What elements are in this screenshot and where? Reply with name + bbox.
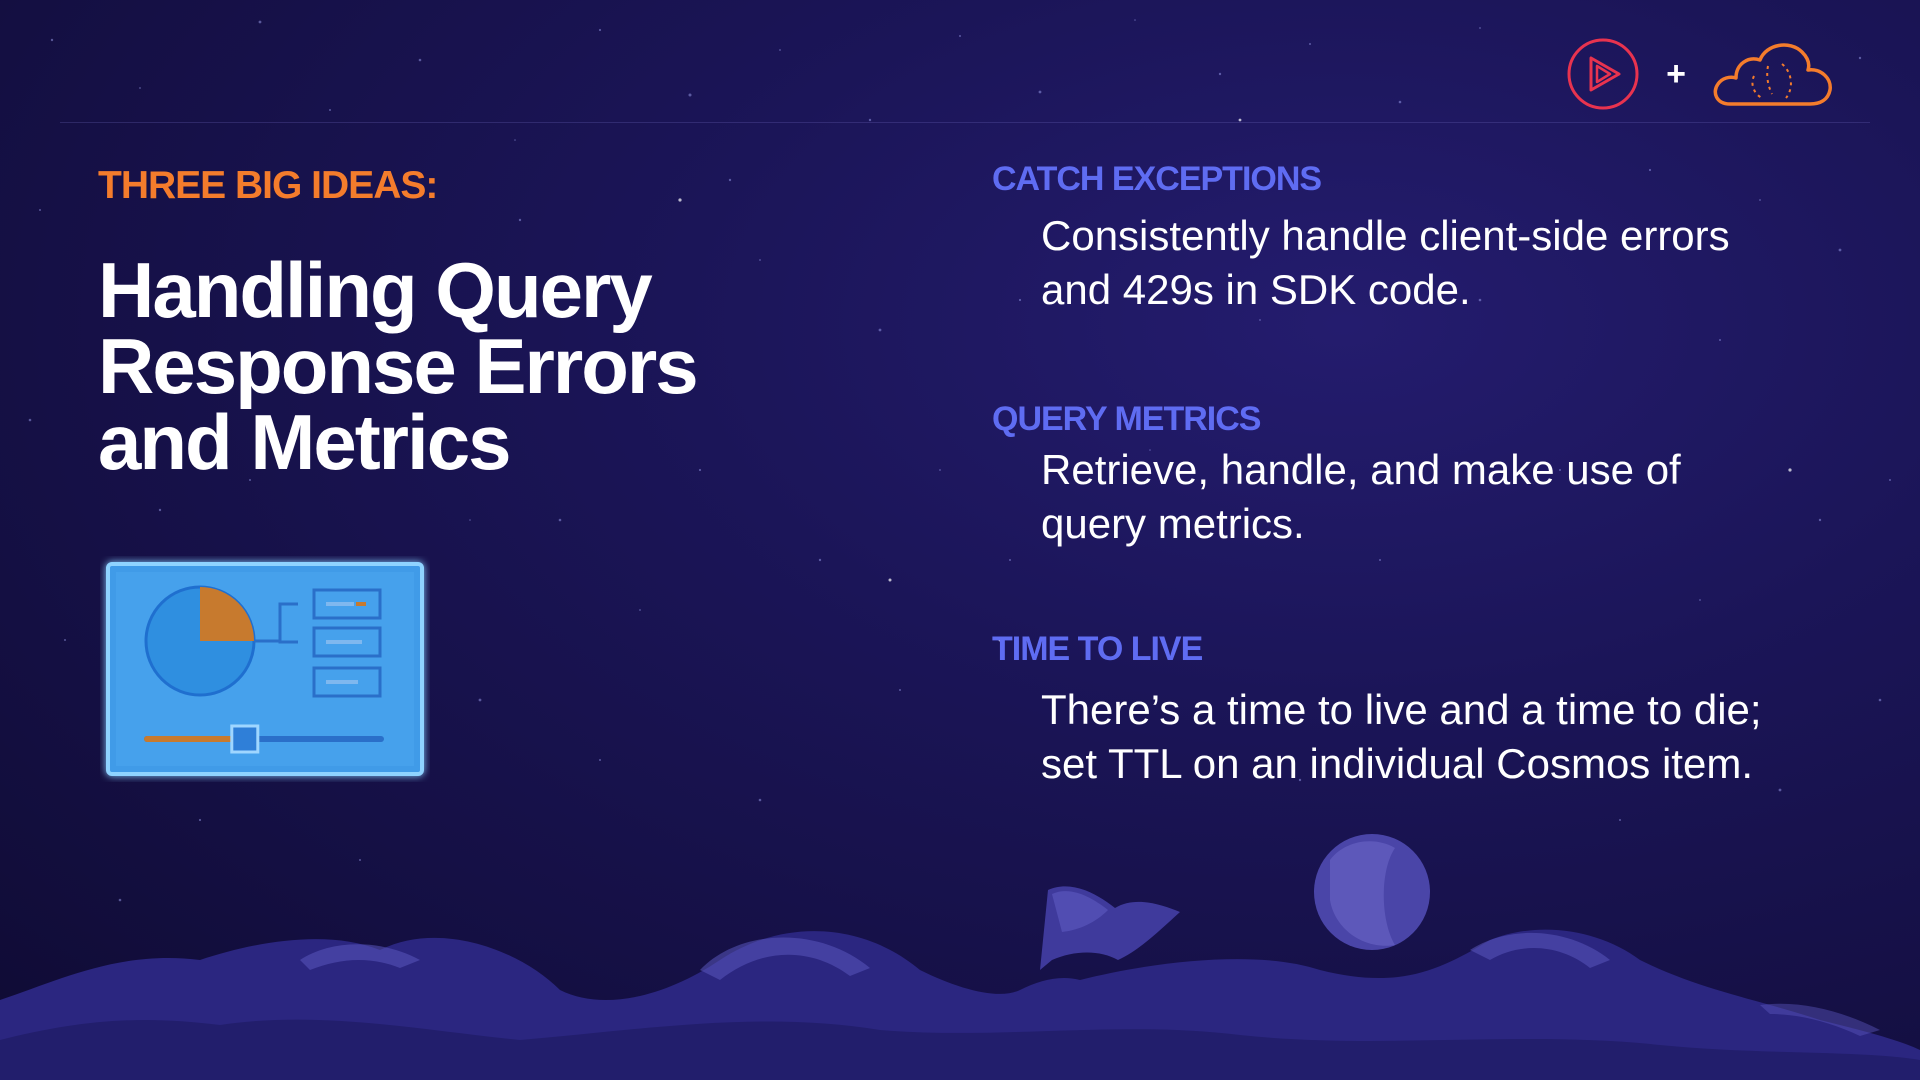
idea-line: There’s a time to live and a time to die…	[1041, 686, 1762, 733]
play-logo-icon	[1567, 38, 1639, 110]
slide: + THREE BIG IDEAS: Handling Query Respon…	[0, 0, 1920, 1080]
idea-line: Consistently handle client-side errors	[1041, 212, 1730, 259]
slider-fill	[144, 736, 245, 742]
idea-time-to-live: TIME TO LIVE There’s a time to live and …	[992, 630, 1872, 791]
idea-query-metrics: QUERY METRICS Retrieve, handle, and make…	[992, 400, 1872, 551]
idea-heading: QUERY METRICS	[992, 400, 1261, 438]
title-line: Handling Query	[98, 246, 653, 334]
idea-heading: CATCH EXCEPTIONS	[992, 160, 1322, 198]
idea-description: Retrieve, handle, and make use of query …	[1041, 443, 1871, 551]
idea-catch-exceptions: CATCH EXCEPTIONS Consistently handle cli…	[992, 160, 1872, 317]
cloud-logo-icon	[1713, 43, 1832, 106]
slider-thumb	[230, 724, 260, 754]
section-eyebrow: THREE BIG IDEAS:	[98, 164, 438, 207]
idea-line: and 429s in SDK code.	[1041, 266, 1471, 313]
title-line: and Metrics	[98, 398, 511, 486]
idea-line: query metrics.	[1041, 500, 1305, 547]
plus-sign: +	[1666, 55, 1686, 93]
idea-description: There’s a time to live and a time to die…	[1041, 683, 1871, 791]
top-divider	[60, 122, 1870, 123]
idea-description: Consistently handle client-side errors a…	[1041, 209, 1871, 317]
moon-landscape-illustration	[0, 834, 1920, 1080]
idea-line: set TTL on an individual Cosmos item.	[1041, 740, 1753, 787]
slide-title: Handling Query Response Errors and Metri…	[98, 251, 818, 481]
title-line: Response Errors	[98, 322, 699, 410]
brand-logos: +	[1565, 36, 1835, 112]
dashboard-illustration-icon	[106, 562, 424, 776]
idea-line: Retrieve, handle, and make use of	[1041, 446, 1681, 493]
idea-heading: TIME TO LIVE	[992, 630, 1203, 668]
